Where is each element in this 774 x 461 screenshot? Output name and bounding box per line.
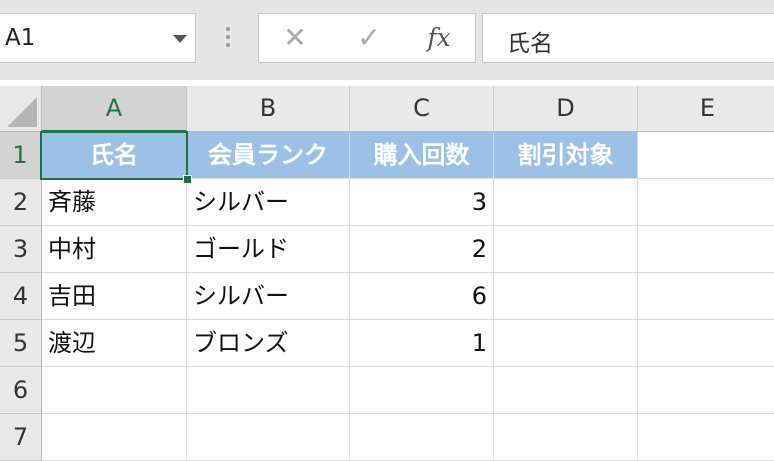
cell-d3[interactable] bbox=[494, 226, 638, 273]
cell-d2[interactable] bbox=[494, 179, 638, 226]
row-header-5[interactable]: 5 bbox=[0, 320, 42, 367]
drag-handle-icon[interactable] bbox=[226, 27, 230, 51]
fill-handle[interactable] bbox=[183, 175, 192, 184]
formula-buttons: ✕ ✓ fx bbox=[258, 13, 476, 63]
row-header-7[interactable]: 7 bbox=[0, 414, 42, 461]
spreadsheet-grid: A B C D E 1 氏名 会員ランク 購入回数 割引対象 2 斉藤 シルバー 3 3 中村 ゴールド 2 4 吉田… bbox=[0, 86, 774, 461]
select-all-icon bbox=[7, 97, 37, 127]
cell-e5[interactable] bbox=[638, 320, 774, 367]
cell-a6[interactable] bbox=[42, 367, 187, 414]
cell-d7[interactable] bbox=[494, 414, 638, 461]
cell-a5[interactable]: 渡辺 bbox=[42, 320, 187, 367]
cell-a3[interactable]: 中村 bbox=[42, 226, 187, 273]
cell-c2[interactable]: 3 bbox=[350, 179, 494, 226]
cell-c1[interactable]: 購入回数 bbox=[350, 132, 494, 179]
cell-b4[interactable]: シルバー bbox=[187, 273, 350, 320]
cell-e1[interactable] bbox=[638, 132, 774, 179]
row-header-2[interactable]: 2 bbox=[0, 179, 42, 226]
cell-a7[interactable] bbox=[42, 414, 187, 461]
formula-bar: A1 ✕ ✓ fx 氏名 bbox=[0, 0, 774, 80]
cell-e4[interactable] bbox=[638, 273, 774, 320]
row-header-4[interactable]: 4 bbox=[0, 273, 42, 320]
cell-d6[interactable] bbox=[494, 367, 638, 414]
cell-c7[interactable] bbox=[350, 414, 494, 461]
chevron-down-icon[interactable] bbox=[173, 35, 187, 43]
name-box-value: A1 bbox=[5, 25, 36, 51]
cell-a2[interactable]: 斉藤 bbox=[42, 179, 187, 226]
formula-content: 氏名 bbox=[507, 31, 553, 57]
active-cell-border bbox=[40, 131, 188, 180]
row-header-1[interactable]: 1 bbox=[0, 132, 42, 179]
cell-b6[interactable] bbox=[187, 367, 350, 414]
column-header-b[interactable]: B bbox=[187, 86, 350, 132]
select-all-corner[interactable] bbox=[0, 86, 42, 132]
enter-icon[interactable]: ✓ bbox=[349, 20, 389, 56]
name-box[interactable]: A1 bbox=[0, 13, 196, 63]
cell-c3[interactable]: 2 bbox=[350, 226, 494, 273]
cell-b5[interactable]: ブロンズ bbox=[187, 320, 350, 367]
cell-c6[interactable] bbox=[350, 367, 494, 414]
cell-b1[interactable]: 会員ランク bbox=[187, 132, 350, 179]
formula-input[interactable]: 氏名 bbox=[482, 13, 774, 63]
cell-e2[interactable] bbox=[638, 179, 774, 226]
cell-d1[interactable]: 割引対象 bbox=[494, 132, 638, 179]
row-header-6[interactable]: 6 bbox=[0, 367, 42, 414]
cell-b7[interactable] bbox=[187, 414, 350, 461]
cell-e6[interactable] bbox=[638, 367, 774, 414]
cell-c5[interactable]: 1 bbox=[350, 320, 494, 367]
cell-e3[interactable] bbox=[638, 226, 774, 273]
cell-d4[interactable] bbox=[494, 273, 638, 320]
cancel-icon[interactable]: ✕ bbox=[275, 20, 315, 56]
insert-function-icon[interactable]: fx bbox=[419, 20, 459, 56]
cell-b2[interactable]: シルバー bbox=[187, 179, 350, 226]
cell-a4[interactable]: 吉田 bbox=[42, 273, 187, 320]
column-header-c[interactable]: C bbox=[350, 86, 494, 132]
column-header-e[interactable]: E bbox=[638, 86, 774, 132]
cell-e7[interactable] bbox=[638, 414, 774, 461]
column-header-d[interactable]: D bbox=[494, 86, 638, 132]
cell-c4[interactable]: 6 bbox=[350, 273, 494, 320]
cell-d5[interactable] bbox=[494, 320, 638, 367]
row-header-3[interactable]: 3 bbox=[0, 226, 42, 273]
cell-b3[interactable]: ゴールド bbox=[187, 226, 350, 273]
column-header-a[interactable]: A bbox=[42, 86, 187, 132]
